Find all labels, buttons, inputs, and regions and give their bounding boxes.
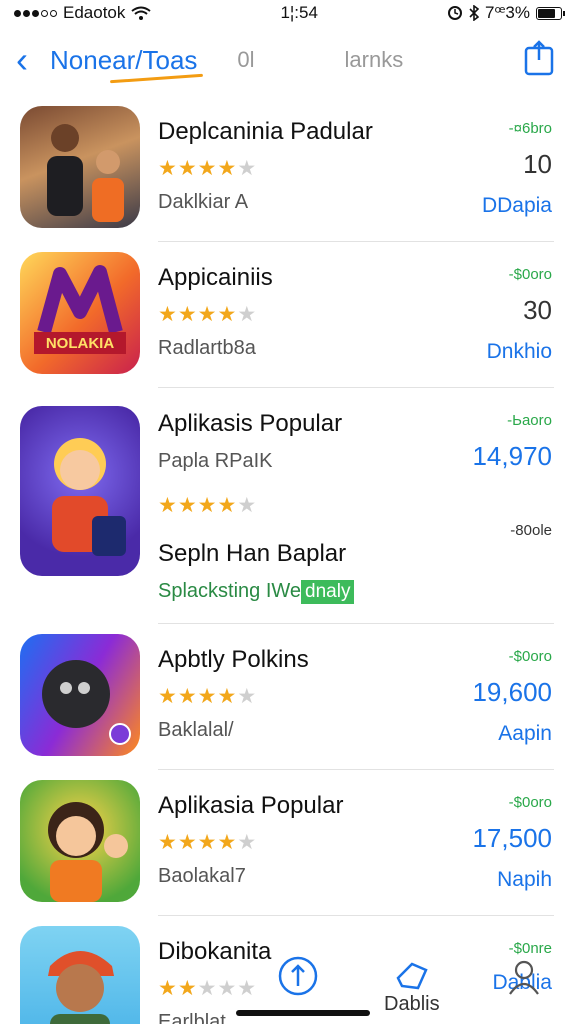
app-side: -$0oro 19,600 Aapin [442, 634, 552, 756]
app-subtitle: Baolakal7 [158, 865, 246, 887]
carrier-label: Edaotok [63, 3, 126, 22]
tab-label-center[interactable]: Dablis [384, 993, 440, 1016]
nav-segment-1[interactable]: 0l [237, 47, 254, 73]
app-count: 17,500 [472, 823, 552, 853]
star-rating: ★★★★★ [158, 303, 258, 326]
status-right: 7ꟹ3% [447, 3, 565, 23]
app-subtitle: Baklalal/ [158, 719, 234, 741]
app-subtitle: Papla RPaIK [158, 450, 273, 472]
app-info: Appicainiis ★★★★★ Radlartb8a [158, 252, 442, 374]
tab-profile-icon[interactable] [504, 956, 544, 996]
app-info: Apbtly Polkins ★★★★★ Baklalal/ [158, 634, 442, 756]
app-subtitle: Daklkiar A [158, 191, 249, 213]
app-price: -$0oro [508, 794, 552, 811]
app-count: 30 [523, 295, 552, 325]
star-rating: ★★★★★ [158, 494, 258, 517]
app-icon-waving-girl [20, 780, 140, 902]
app-count: 14,970 [472, 441, 552, 471]
subtitle-text: Splacksting [158, 580, 261, 602]
get-button[interactable]: Napih [442, 868, 552, 892]
svg-text:NOLAKIA: NOLAKIA [46, 335, 114, 352]
app-price: -$0oro [508, 648, 552, 665]
app-subtitle: Radlartb8a [158, 337, 256, 359]
app-subtitle-secondary: Splacksting IWe dnaly [158, 580, 442, 604]
app-count: 10 [523, 149, 552, 179]
app-price: -Ьaoro [507, 412, 552, 429]
navigation-bar: ‹ Nonear/Toas 0l larnks [0, 30, 576, 90]
app-price: -¤6bro [508, 120, 552, 137]
app-name: Aplikasis Popular [158, 410, 343, 437]
app-row[interactable]: Aplikasia Popular ★★★★★ Baolakal7 -$0oro… [0, 770, 576, 916]
app-name: Appicainiis [158, 264, 273, 291]
app-row[interactable]: Deplcaninia Padular ★★★★★ Daklkiar A -¤6… [0, 96, 576, 242]
app-side: -Ьaoro 14,970 -80ole [442, 398, 552, 604]
tab-apps-icon[interactable] [392, 956, 432, 996]
get-button[interactable]: Aapin [442, 722, 552, 746]
back-chevron-icon[interactable]: ‹ [16, 42, 44, 78]
app-name: Aplikasia Popular [158, 792, 344, 819]
alarm-icon [448, 6, 462, 20]
subtitle-highlight: IWe [265, 580, 302, 602]
tab-today-icon[interactable] [278, 956, 318, 996]
home-indicator [236, 1010, 370, 1016]
share-icon[interactable] [524, 40, 554, 76]
app-row[interactable]: NOLAKIA Appicainiis ★★★★★ Radlartb8a -$0… [0, 242, 576, 388]
app-name-secondary: Sepln Han Baplar [158, 540, 347, 567]
get-button[interactable]: DDapia [442, 194, 552, 218]
status-bar: Edaotok 1¦:54 7ꟹ3% [0, 0, 576, 26]
tab-bar: Dablis [0, 928, 576, 1024]
app-price: -$0oro [508, 266, 552, 283]
app-count: 19,600 [472, 677, 552, 707]
star-rating: ★★★★★ [158, 157, 258, 180]
app-icon-game-logo: NOLAKIA [20, 252, 140, 374]
app-icon-cartoon-kid [20, 406, 140, 576]
wifi-icon [131, 6, 152, 20]
app-info: Aplikasis Popular Papla RPaIK ★★★★★ Sepl… [158, 398, 442, 604]
app-row[interactable]: Aplikasis Popular Papla RPaIK ★★★★★ Sepl… [0, 388, 576, 624]
star-rating: ★★★★★ [158, 831, 258, 854]
app-name: Deplcaninia Padular [158, 118, 373, 145]
app-side: -¤6bro 10 DDapia [442, 106, 552, 228]
subtitle-badge: dnaly [301, 580, 355, 604]
get-button[interactable]: Dnkhio [442, 340, 552, 364]
app-list: Deplcaninia Padular ★★★★★ Daklkiar A -¤6… [0, 96, 576, 1024]
signal-icon [14, 9, 57, 17]
app-info: Aplikasia Popular ★★★★★ Baolakal7 [158, 780, 442, 902]
app-side: -$0oro 30 Dnkhio [442, 252, 552, 374]
app-side: -$0oro 17,500 Napih [442, 780, 552, 902]
battery-icon [535, 6, 565, 20]
status-left: Edaotok [14, 3, 152, 23]
app-price-secondary: -80ole [510, 522, 552, 539]
app-icon-sphere [20, 634, 140, 756]
status-time: 1¦:54 [280, 3, 318, 22]
bluetooth-icon [469, 5, 479, 21]
app-name: Apbtly Polkins [158, 646, 309, 673]
battery-percent: 7ꟹ3% [485, 3, 530, 22]
app-info: Deplcaninia Padular ★★★★★ Daklkiar A [158, 106, 442, 228]
nav-title[interactable]: Nonear/Toas [50, 45, 197, 76]
app-icon-family-photo [20, 106, 140, 228]
star-rating: ★★★★★ [158, 685, 258, 708]
app-row[interactable]: Apbtly Polkins ★★★★★ Baklalal/ -$0oro 19… [0, 624, 576, 770]
nav-segment-2[interactable]: larnks [345, 47, 404, 73]
